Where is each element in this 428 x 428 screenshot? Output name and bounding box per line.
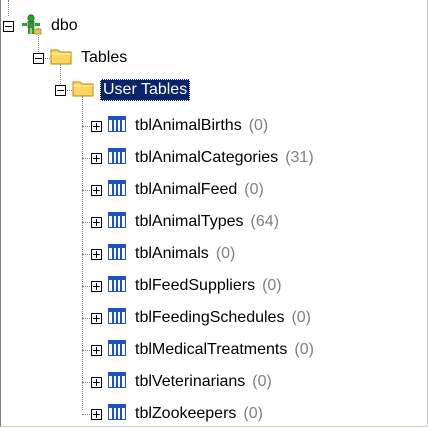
table-name: tblZookeepers [135,405,237,422]
table-node[interactable]: tblAnimals (0) [91,242,235,266]
table-node[interactable]: tblAnimalTypes (64) [91,210,279,234]
tree-node-dbo[interactable]: dbo [3,13,81,40]
table-icon [108,179,126,201]
table-node[interactable]: tblFeedSuppliers (0) [91,274,282,298]
table-name: tblAnimalCategories [135,149,279,166]
row-count: (0) [244,181,264,198]
table-icon [108,371,126,393]
tree-node-label: Tables [81,49,128,66]
table-name: tblMedicalTreatments [135,341,288,358]
collapse-toggle[interactable] [55,84,66,96]
folder-icon [50,47,72,70]
expand-toggle[interactable] [91,408,102,420]
schema-icon [20,13,42,40]
row-count: (0) [248,117,269,134]
table-node[interactable]: tblFeedingSchedules (0) [91,306,311,330]
table-name: tblAnimalFeed [135,181,238,198]
tree-node-user-tables[interactable]: User Tables [55,78,191,102]
table-node[interactable]: tblAnimalBirths (0) [91,114,268,138]
row-count: (0) [252,373,272,390]
expand-toggle[interactable] [91,248,102,260]
expand-toggle[interactable] [91,152,102,164]
tree-node-tables[interactable]: Tables [33,46,130,70]
table-icon [108,307,126,329]
expand-toggle[interactable] [91,376,102,388]
table-icon [108,403,126,425]
table-icon [108,147,126,169]
table-name: tblFeedingSchedules [135,309,285,326]
row-count: (0) [291,309,311,326]
folder-icon [72,79,94,102]
table-name: tblAnimalBirths [135,117,242,134]
table-name: tblAnimals [135,245,209,262]
tree-node-label: dbo [51,17,78,34]
expand-toggle[interactable] [91,312,102,324]
table-name: tblFeedSuppliers [135,277,256,294]
row-count: (31) [285,149,314,166]
collapse-toggle[interactable] [3,20,14,32]
table-icon [108,115,126,137]
table-node[interactable]: tblZookeepers (0) [91,402,263,426]
row-count: (64) [250,213,279,230]
expand-toggle[interactable] [91,184,102,196]
row-count: (0) [262,277,282,294]
expand-toggle[interactable] [91,216,102,228]
table-icon [108,275,126,297]
expand-toggle[interactable] [91,280,102,292]
table-icon [108,211,126,233]
collapse-toggle[interactable] [33,52,44,64]
row-count: (0) [243,405,263,422]
table-icon [108,339,126,361]
row-count: (0) [294,341,314,358]
tree-node-label: User Tables [100,79,191,101]
table-node[interactable]: tblAnimalCategories (31) [91,146,314,170]
table-node[interactable]: tblVeterinarians (0) [91,370,272,394]
table-node[interactable]: tblAnimalFeed (0) [91,178,264,202]
table-node[interactable]: tblMedicalTreatments (0) [91,338,314,362]
expand-toggle[interactable] [91,344,102,356]
row-count: (0) [215,245,236,262]
table-name: tblVeterinarians [135,373,246,390]
table-icon [108,243,126,265]
tree-connector-line [82,96,83,410]
table-name: tblAnimalTypes [135,213,244,230]
expand-toggle[interactable] [91,120,102,132]
